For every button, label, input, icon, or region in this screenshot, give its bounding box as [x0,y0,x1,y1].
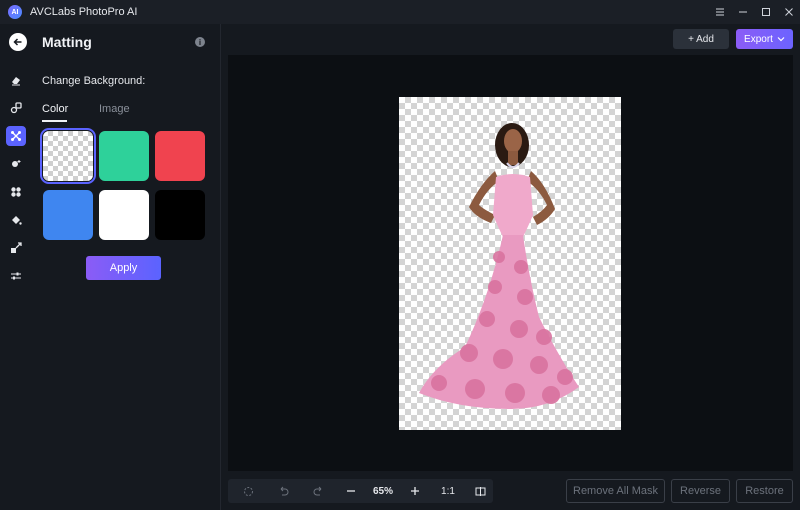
panel-divider [220,24,221,510]
arrow-left-icon [13,38,22,46]
swatch-blue[interactable] [43,190,93,240]
plus-icon [411,487,419,495]
undo-icon[interactable] [271,479,295,503]
minus-icon [347,490,355,492]
bottom-toolbar: 65% 1:1 Remove All Mask Reverse Restore [221,471,800,510]
tab-image[interactable]: Image [99,103,130,115]
close-icon[interactable] [777,0,800,24]
eraser-icon[interactable] [6,70,26,90]
zoom-in-button[interactable] [403,479,427,503]
fill-icon[interactable] [6,210,26,230]
matting-panel: Matting i Change Background: Color Image… [32,24,220,510]
window-controls [708,0,800,24]
maximize-icon[interactable] [754,0,777,24]
swatch-green[interactable] [99,131,149,181]
tab-color[interactable]: Color [42,103,68,115]
swatch-red[interactable] [155,131,205,181]
minimize-icon[interactable] [731,0,754,24]
compare-icon[interactable] [468,479,492,503]
back-button[interactable] [9,33,27,51]
app-title: AVCLabs PhotoPro AI [30,6,138,18]
export-button[interactable]: Export [736,29,793,49]
matting-icon[interactable] [6,126,26,146]
swatch-black[interactable] [155,190,205,240]
info-icon[interactable]: i [195,37,205,47]
zoom-controls: 65% 1:1 [228,479,493,503]
export-label: Export [744,33,773,45]
panel-title: Matting [42,34,92,50]
reverse-button[interactable]: Reverse [671,479,730,503]
enhance-icon[interactable] [6,154,26,174]
redo-icon[interactable] [306,479,330,503]
tab-underline [42,120,67,122]
top-action-bar: + Add Export [221,24,800,54]
adjust-icon[interactable] [6,266,26,286]
resize-icon[interactable] [6,238,26,258]
effects-icon[interactable] [6,182,26,202]
add-button[interactable]: + Add [673,29,729,49]
actual-size-button[interactable]: 1:1 [434,479,462,503]
cutout-subject-image [419,123,579,409]
image-preview[interactable] [399,97,621,430]
swatch-white[interactable] [99,190,149,240]
tool-rail [0,24,32,510]
zoom-out-button[interactable] [339,479,363,503]
title-bar: AI AVCLabs PhotoPro AI [0,0,800,24]
restore-button[interactable]: Restore [736,479,793,503]
remove-all-mask-button[interactable]: Remove All Mask [566,479,665,503]
select-area-icon[interactable] [236,479,260,503]
swatch-transparent[interactable] [40,128,96,184]
zoom-level: 65% [372,485,393,497]
change-background-label: Change Background: [42,75,146,87]
retouch-icon[interactable] [6,98,26,118]
app-logo-icon: AI [8,5,22,19]
apply-button[interactable]: Apply [86,256,161,280]
menu-icon[interactable] [708,0,731,24]
chevron-down-icon [777,37,785,42]
